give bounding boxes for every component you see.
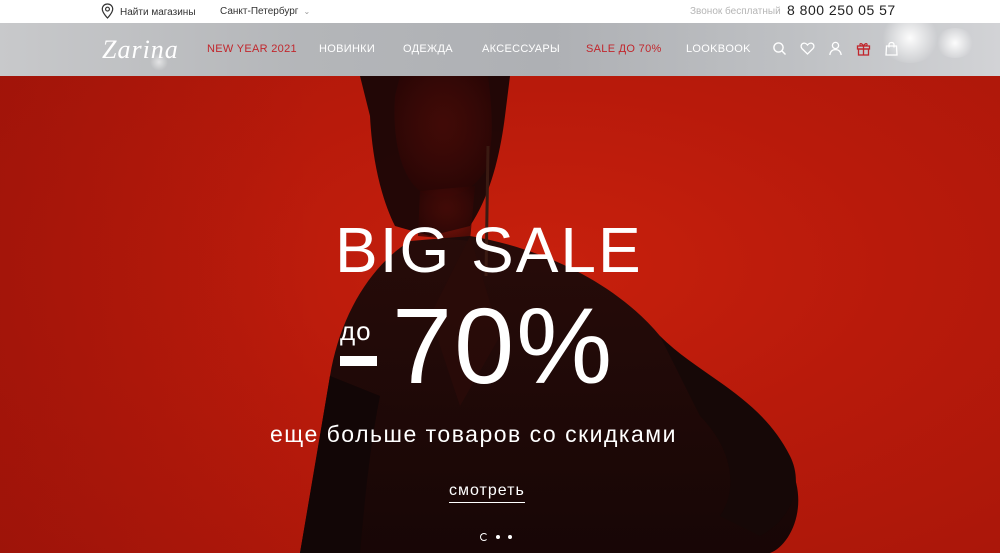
search-icon[interactable] xyxy=(772,41,787,56)
discount-prefix: до xyxy=(340,316,372,346)
nav-item-accessories[interactable]: АКСЕССУАРЫ xyxy=(482,43,560,55)
nav-item-clothing[interactable]: ОДЕЖДА xyxy=(403,43,453,55)
city-selector[interactable]: Санкт-Петербург ⌄ xyxy=(220,6,310,17)
nav-item-lookbook[interactable]: LOOKBOOK xyxy=(686,43,751,55)
slide-dot-3[interactable] xyxy=(508,535,512,539)
minus-sign xyxy=(340,356,377,366)
bag-icon[interactable] xyxy=(884,41,899,56)
hero-title: BIG SALE xyxy=(335,214,643,286)
hero-subtitle: еще больше товаров со скидками xyxy=(270,421,677,447)
view-button[interactable]: смотреть xyxy=(449,482,525,503)
find-stores-link[interactable]: Найти магазины xyxy=(101,3,196,22)
city-label: Санкт-Петербург xyxy=(220,6,299,17)
heart-icon[interactable] xyxy=(800,41,815,56)
user-icon[interactable] xyxy=(828,41,843,56)
nav-item-new-year[interactable]: NEW YEAR 2021 xyxy=(207,43,297,55)
free-call-label: Звонок бесплатный xyxy=(690,6,781,17)
find-stores-label: Найти магазины xyxy=(120,7,196,18)
chevron-down-icon: ⌄ xyxy=(303,7,311,16)
nav-item-sale[interactable]: SALE ДО 70% xyxy=(586,43,662,55)
main-navigation: Zarina NEW YEAR 2021 НОВИНКИ ОДЕЖДА АКСЕ… xyxy=(0,23,1000,76)
gift-icon[interactable] xyxy=(856,41,871,56)
nav-icons xyxy=(772,41,899,56)
slider-pagination xyxy=(480,533,512,541)
top-bar: Найти магазины Санкт-Петербург ⌄ Звонок … xyxy=(0,0,1000,23)
slide-dot-2[interactable] xyxy=(496,535,500,539)
phone-number[interactable]: 8 800 250 05 57 xyxy=(787,2,896,18)
slide-dot-1[interactable] xyxy=(480,533,488,541)
hero-banner[interactable]: BIG SALE до 70% еще больше товаров со ск… xyxy=(0,76,1000,553)
hero-content: BIG SALE до 70% еще больше товаров со ск… xyxy=(0,76,1000,553)
discount-value: 70% xyxy=(392,285,615,406)
location-pin-icon xyxy=(101,3,114,22)
nav-item-new-arrivals[interactable]: НОВИНКИ xyxy=(319,43,375,55)
